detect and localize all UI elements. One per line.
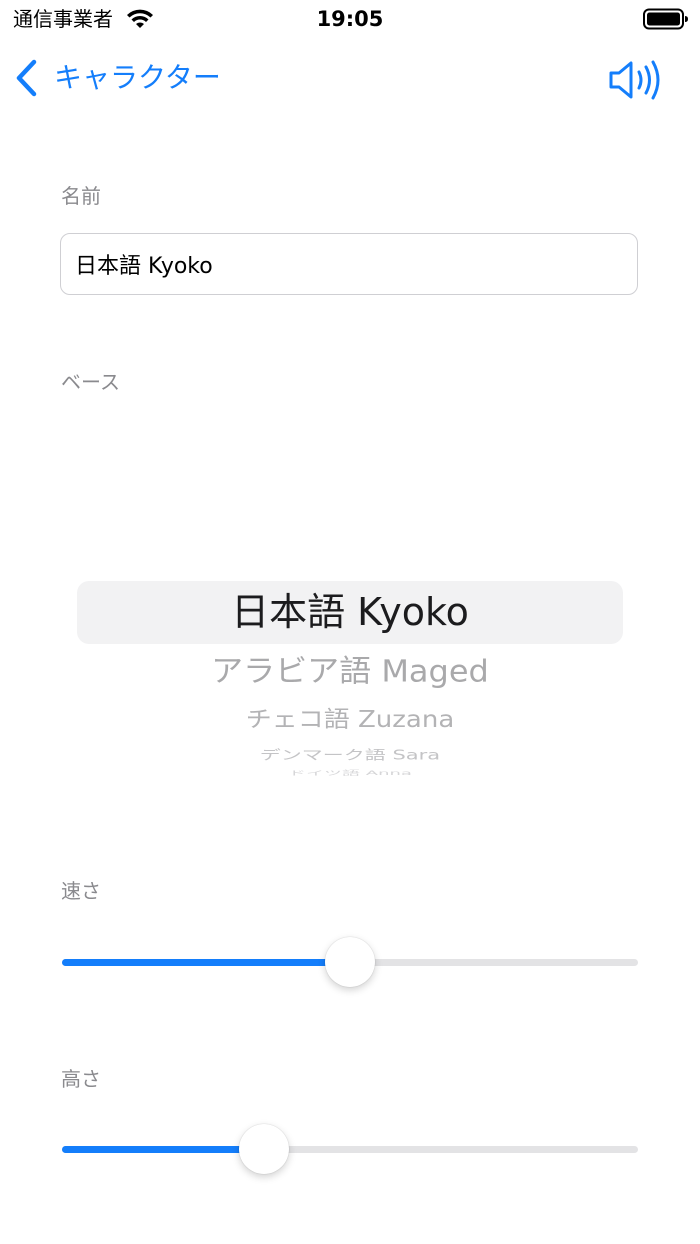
slider-thumb[interactable] — [325, 937, 375, 987]
slider-fill — [62, 1146, 264, 1153]
name-label: 名前 — [61, 184, 101, 208]
name-input[interactable] — [75, 234, 625, 294]
clock: 19:05 — [316, 7, 384, 31]
back-button-label: キャラクター — [54, 61, 221, 94]
speed-slider[interactable] — [62, 932, 638, 992]
back-button[interactable]: キャラクター — [14, 56, 221, 100]
slider-thumb[interactable] — [239, 1124, 289, 1174]
slider-fill — [62, 959, 350, 966]
speaker-wave-icon — [609, 60, 660, 100]
speed-label: 速さ — [61, 879, 101, 903]
pitch-label: 高さ — [61, 1067, 101, 1091]
chevron-left-icon — [16, 59, 37, 97]
speak-button[interactable] — [606, 58, 668, 102]
base-label: ベース — [61, 370, 120, 394]
picker-row[interactable]: デンマーク語 Sara — [0, 747, 700, 763]
picker-row[interactable]: アラビア語 Maged — [0, 651, 700, 691]
picker-row-selected[interactable]: 日本語 Kyoko — [0, 588, 700, 636]
navigation-bar: キャラクター — [0, 44, 700, 114]
picker-row[interactable]: ドイツ語 Anna — [0, 769, 700, 777]
status-bar: 通信事業者 19:05 — [0, 0, 700, 40]
voice-picker[interactable]: 日本語 Kyoko アラビア語 Maged チェコ語 Zuzana デンマーク語… — [0, 560, 700, 790]
character-settings-screen: 通信事業者 19:05 キャラクター 名前 日本語 Kyoko ベース 日本語 … — [0, 0, 700, 1244]
battery-icon — [643, 8, 688, 30]
picker-row[interactable]: チェコ語 Zuzana — [0, 705, 700, 735]
pitch-slider[interactable] — [62, 1119, 638, 1179]
name-field[interactable] — [60, 233, 638, 295]
